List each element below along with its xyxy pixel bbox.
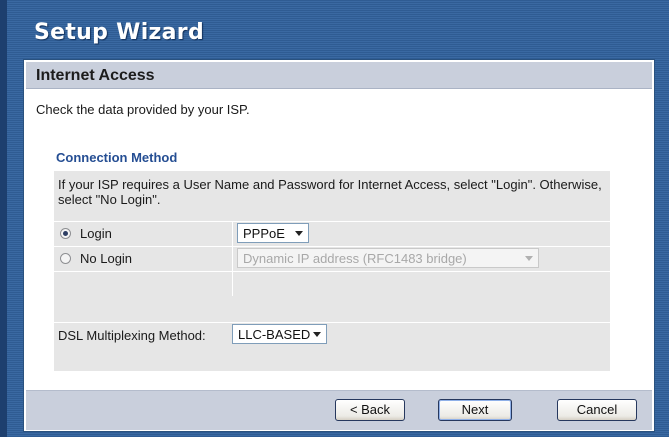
login-type-select[interactable]: PPPoE [237, 223, 309, 243]
button-bar: < Back Next Cancel [26, 390, 652, 430]
no-login-option[interactable]: No Login [54, 247, 231, 271]
back-button[interactable]: < Back [335, 399, 405, 421]
connection-method-group: If your ISP requires a User Name and Pas… [54, 171, 610, 371]
chevron-down-icon [295, 231, 303, 236]
intro-text: Check the data provided by your ISP. [36, 102, 250, 117]
login-option[interactable]: Login [54, 222, 231, 246]
no-login-type-cell: Dynamic IP address (RFC1483 bridge) [232, 247, 611, 271]
login-row: Login PPPoE [54, 221, 610, 246]
panel-title: Internet Access [36, 67, 155, 84]
chevron-down-icon [313, 332, 321, 337]
wizard-title: Setup Wizard [34, 20, 205, 45]
no-login-type-select: Dynamic IP address (RFC1483 bridge) [237, 248, 539, 268]
spacer-left [54, 272, 231, 296]
panel-header: Internet Access [26, 62, 652, 89]
dsl-row: DSL Multiplexing Method: LLC-BASED [54, 322, 610, 347]
dsl-multiplexing-label: DSL Multiplexing Method: [58, 328, 206, 343]
chevron-down-icon [525, 256, 533, 261]
login-label: Login [80, 226, 112, 241]
internet-access-panel: Internet Access Check the data provided … [24, 60, 654, 431]
spacer-row [54, 271, 610, 297]
no-login-label: No Login [80, 251, 133, 266]
no-login-row: No Login Dynamic IP address (RFC1483 bri… [54, 246, 610, 271]
dsl-multiplexing-select[interactable]: LLC-BASED [232, 324, 327, 344]
window-edge [0, 0, 7, 437]
connection-method-heading: Connection Method [56, 150, 178, 165]
spacer-right [232, 272, 611, 296]
cancel-button[interactable]: Cancel [557, 399, 637, 421]
login-radio[interactable] [60, 228, 71, 239]
no-login-type-value: Dynamic IP address (RFC1483 bridge) [243, 251, 467, 266]
login-type-value: PPPoE [243, 226, 285, 241]
login-type-cell: PPPoE [232, 222, 611, 246]
no-login-radio[interactable] [60, 253, 71, 264]
next-button[interactable]: Next [438, 399, 512, 421]
connection-description: If your ISP requires a User Name and Pas… [58, 177, 602, 207]
dsl-multiplexing-value: LLC-BASED [238, 327, 311, 342]
wizard-window: Setup Wizard Internet Access Check the d… [0, 0, 669, 437]
